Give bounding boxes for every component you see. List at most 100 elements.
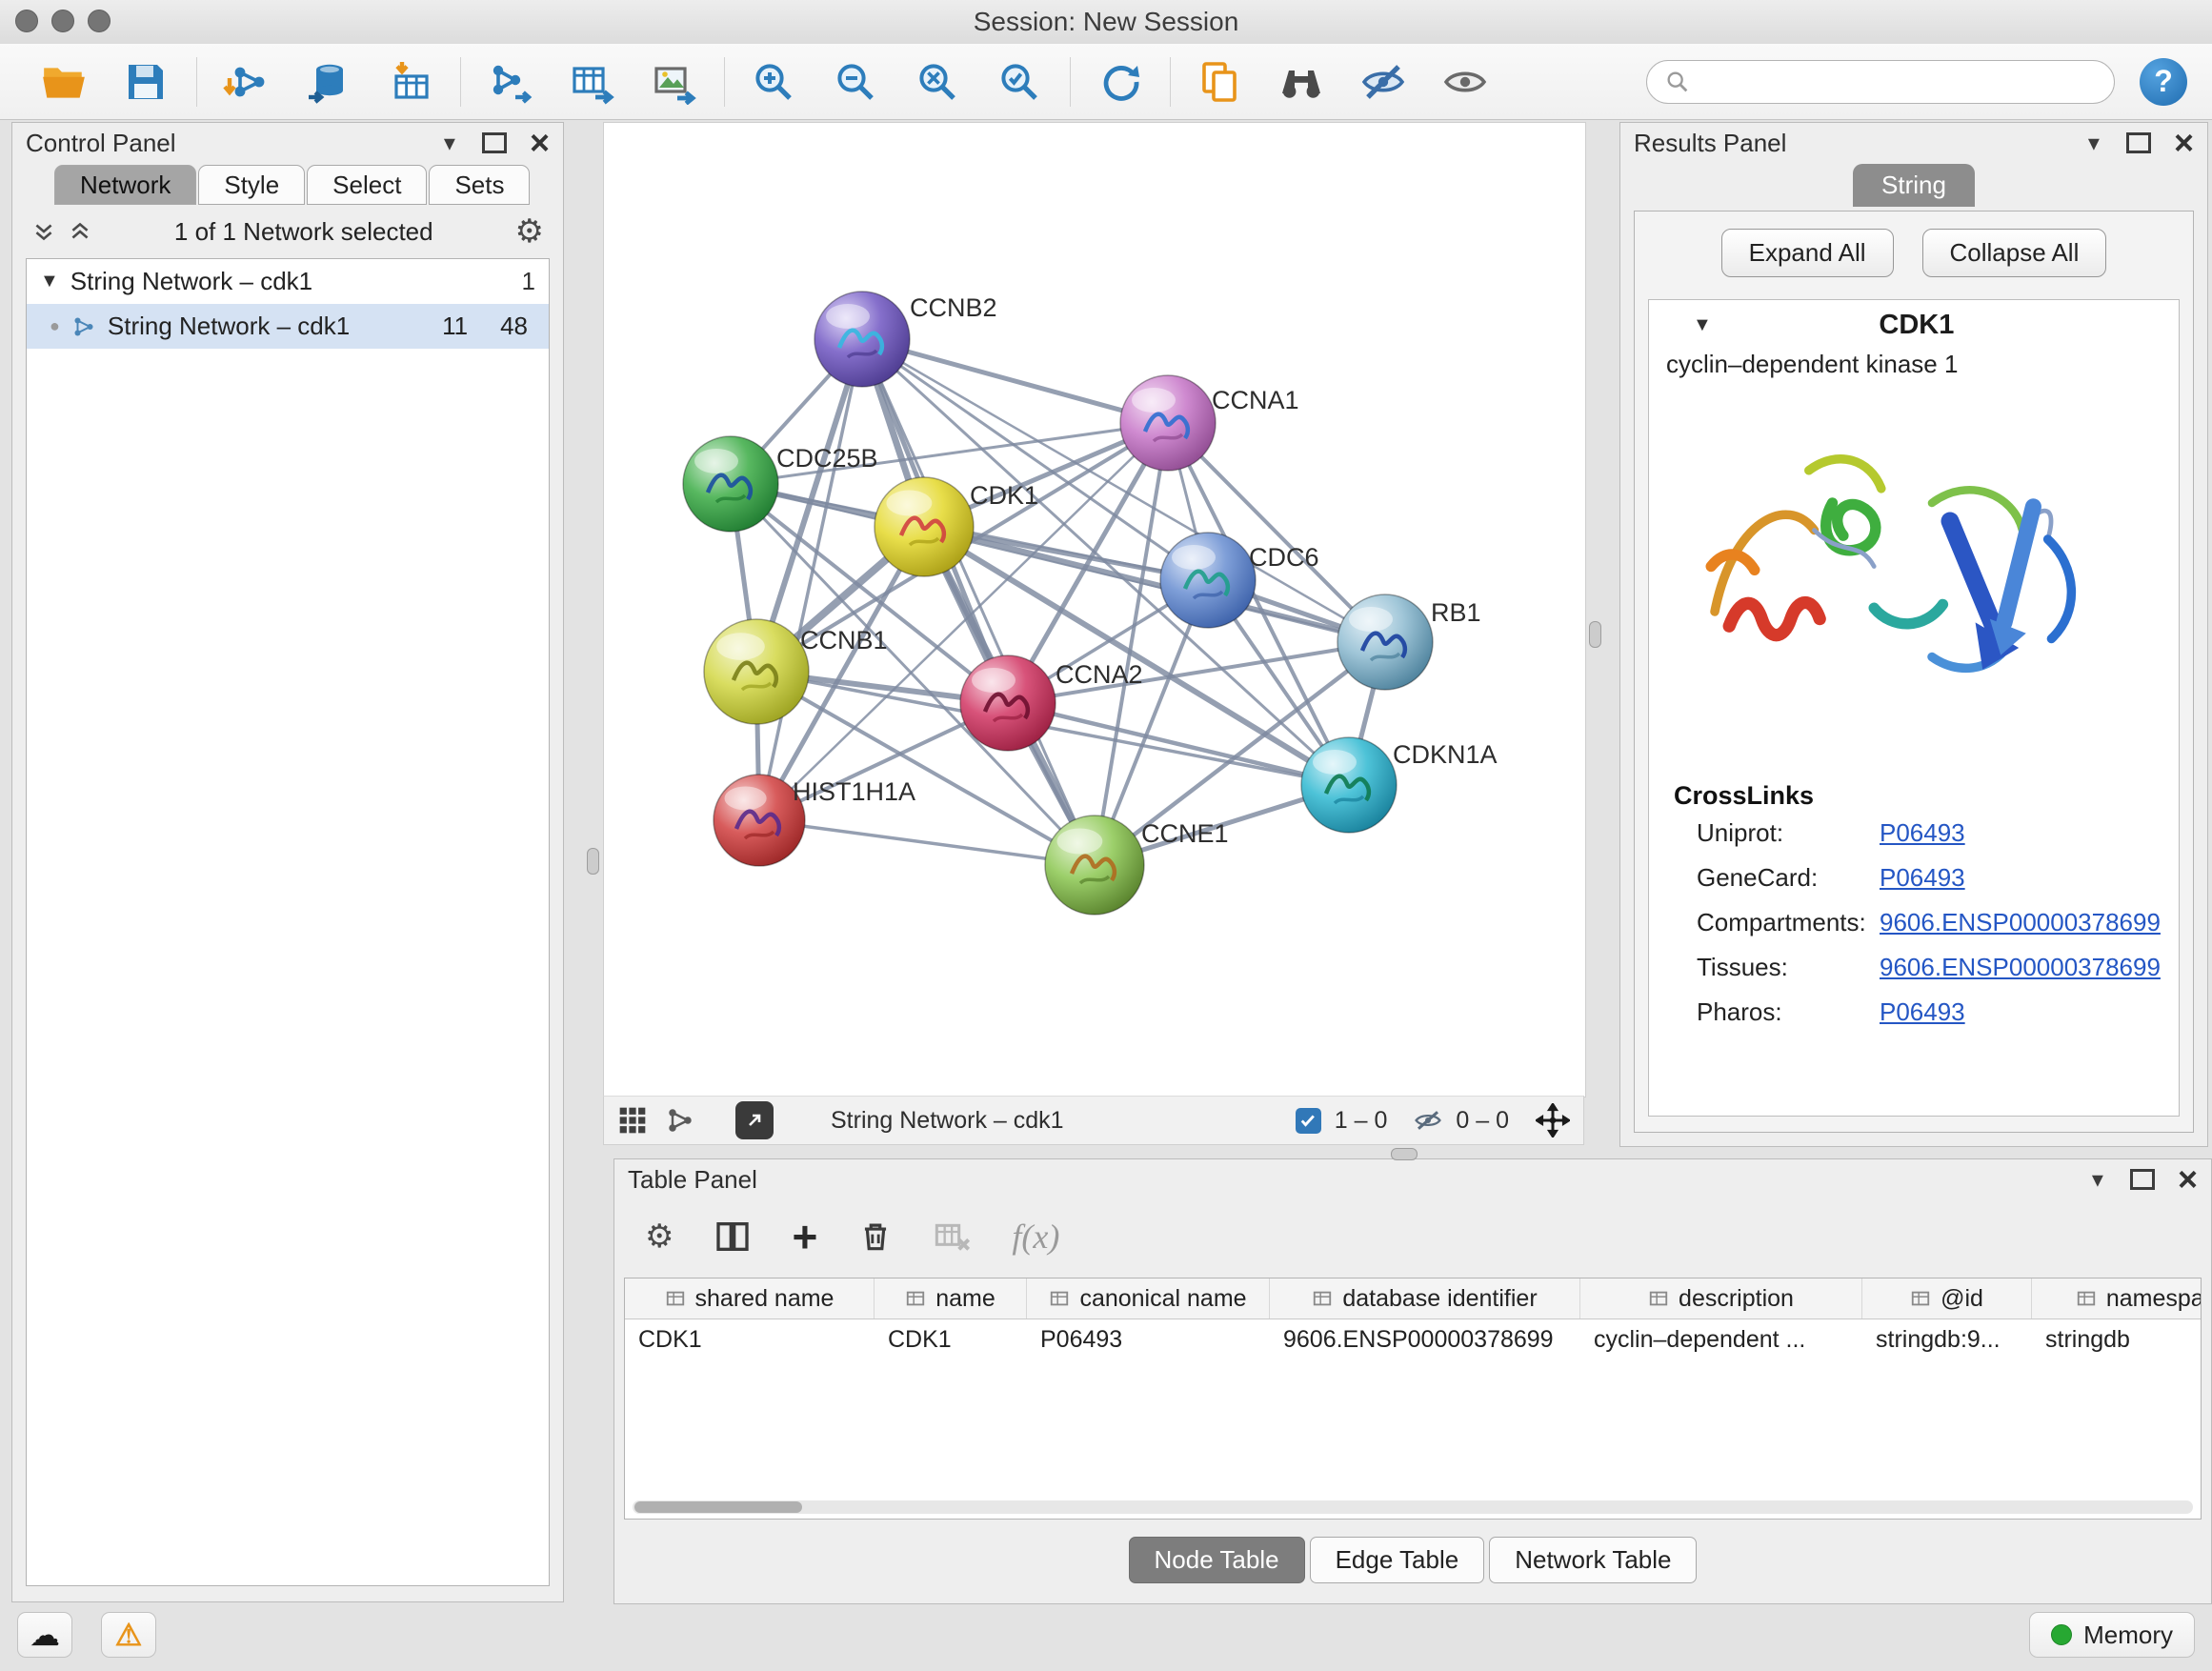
crosslink-link[interactable]: P06493 [1880,863,1965,893]
table-settings-gear-icon[interactable]: ⚙ [645,1220,674,1253]
fit-content-crosshair-icon[interactable] [1536,1103,1570,1137]
export-network-button[interactable] [482,54,537,110]
search-icon [1664,69,1691,95]
table-row[interactable]: CDK1 CDK1 P06493 9606.ENSP00000378699 cy… [625,1319,2201,1359]
tab-style[interactable]: Style [198,165,305,205]
tab-node-table[interactable]: Node Table [1129,1537,1305,1583]
crosslink-link[interactable]: P06493 [1880,818,1965,848]
right-splitter-handle[interactable] [1589,621,1601,648]
network-node-CDKN1A[interactable]: CDKN1A [1301,737,1498,833]
left-splitter-handle[interactable] [587,848,599,875]
help-button[interactable]: ? [2140,58,2187,106]
zoom-in-button[interactable] [746,54,801,110]
crosslink-link[interactable]: 9606.ENSP00000378699 [1880,908,2161,937]
show-columns-icon[interactable] [714,1218,752,1256]
bottom-splitter-handle[interactable] [1391,1148,1418,1160]
maximize-window-button[interactable] [88,10,111,32]
minimize-window-button[interactable] [51,10,74,32]
cloud-status-button[interactable]: ☁ [17,1612,72,1658]
birdseye-view-icon[interactable] [617,1105,648,1136]
expand-all-button[interactable]: Expand All [1721,229,1894,277]
network-node-CDC25B[interactable]: CDC25B [683,436,878,532]
network-node-CCNB2[interactable]: CCNB2 [814,292,997,387]
export-table-icon [569,59,614,105]
duplicate-network-button[interactable] [1192,54,1247,110]
float-panel-icon[interactable] [482,132,507,153]
network-glyph-icon [71,314,96,339]
scrollbar-thumb[interactable] [634,1501,802,1513]
control-panel: Control Panel ▾ × Network Style Select S… [11,122,564,1602]
crosslink-link[interactable]: 9606.ENSP00000378699 [1880,953,2161,982]
tab-string[interactable]: String [1853,164,1975,207]
close-panel-icon[interactable]: × [530,126,550,160]
clear-table-icon-disabled[interactable] [934,1218,972,1256]
node-label-CDC25B: CDC25B [776,444,878,473]
add-column-icon[interactable]: + [792,1215,817,1258]
save-session-button[interactable] [118,54,173,110]
collapse-all-button[interactable]: Collapse All [1922,229,2107,277]
float-panel-icon[interactable] [2126,132,2151,153]
toolbar-separator [1070,57,1071,107]
column-header-shared-name[interactable]: shared name [625,1278,875,1319]
column-header-canonical-name[interactable]: canonical name [1027,1278,1270,1319]
close-panel-icon[interactable]: × [2174,126,2194,160]
share-network-icon[interactable] [665,1105,695,1136]
expander-triangle-icon[interactable]: ▼ [40,271,59,292]
close-panel-icon[interactable]: × [2178,1162,2198,1197]
network-node-CCNA1[interactable]: CCNA1 [1120,375,1299,471]
tab-select[interactable]: Select [307,165,427,205]
apply-layout-button[interactable] [1092,54,1147,110]
network-collection-row[interactable]: ▼ String Network – cdk1 1 [27,259,549,304]
function-builder-icon[interactable]: f(x) [1012,1217,1059,1257]
collapse-panel-icon[interactable]: ▾ [2092,1166,2103,1194]
delete-column-icon[interactable] [857,1218,894,1255]
network-tree: ▼ String Network – cdk1 1 ● String Netwo… [26,258,550,1586]
warnings-button[interactable]: ⚠ [101,1612,156,1658]
column-header-id[interactable]: @id [1862,1278,2032,1319]
tab-network[interactable]: Network [54,165,196,205]
horizontal-scrollbar [633,1500,2193,1514]
network-row-selected[interactable]: ● String Network – cdk1 11 48 [27,304,549,349]
column-header-namespace[interactable]: namespac [2032,1278,2202,1319]
zoom-fit-button[interactable] [910,54,965,110]
close-window-button[interactable] [15,10,38,32]
crosslink-link[interactable]: P06493 [1880,997,1965,1027]
gene-expander-icon[interactable]: ▼ [1693,314,1712,336]
search-network-button[interactable] [1274,54,1329,110]
network-node-CDK1[interactable]: CDK1 [875,477,1038,576]
network-options-gear-icon[interactable]: ⚙ [515,215,544,248]
hide-selected-button[interactable] [1356,54,1411,110]
network-node-HIST1H1A[interactable]: HIST1H1A [714,775,915,866]
import-network-button[interactable] [218,54,273,110]
network-canvas[interactable]: CCNB2CCNA1CDC25BCDK1CDC6RB1CCNB1CCNA2CDK… [603,122,1586,1097]
tab-network-table[interactable]: Network Table [1489,1537,1697,1583]
import-database-button[interactable] [300,54,355,110]
search-input[interactable] [1702,66,2097,97]
tab-edge-table[interactable]: Edge Table [1310,1537,1485,1583]
open-in-new-window-button[interactable] [735,1101,774,1139]
network-node-RB1[interactable]: RB1 [1337,594,1481,690]
expand-all-icon[interactable] [68,219,92,244]
memory-button[interactable]: Memory [2029,1612,2195,1658]
column-header-name[interactable]: name [875,1278,1027,1319]
column-header-database-identifier[interactable]: database identifier [1270,1278,1580,1319]
show-all-button[interactable] [1438,54,1493,110]
zoom-selected-button[interactable] [992,54,1047,110]
network-selection-summary: 1 of 1 Network selected [92,217,515,247]
zoom-out-button[interactable] [828,54,883,110]
hidden-eye-slash-icon[interactable] [1414,1106,1442,1135]
network-node-CDC6[interactable]: CDC6 [1160,533,1319,628]
export-table-button[interactable] [564,54,619,110]
float-panel-icon[interactable] [2130,1169,2155,1190]
cell-canonical-name: P06493 [1027,1319,1270,1359]
column-header-description[interactable]: description [1580,1278,1862,1319]
import-table-button[interactable] [382,54,437,110]
collapse-panel-icon[interactable]: ▾ [444,130,455,157]
tab-sets[interactable]: Sets [429,165,530,205]
open-session-button[interactable] [36,54,91,110]
selected-checkbox[interactable] [1296,1108,1321,1134]
collapse-all-icon[interactable] [31,219,56,244]
collapse-panel-icon[interactable]: ▾ [2088,130,2100,157]
cell-id: stringdb:9... [1862,1319,2032,1359]
export-image-button[interactable] [646,54,701,110]
